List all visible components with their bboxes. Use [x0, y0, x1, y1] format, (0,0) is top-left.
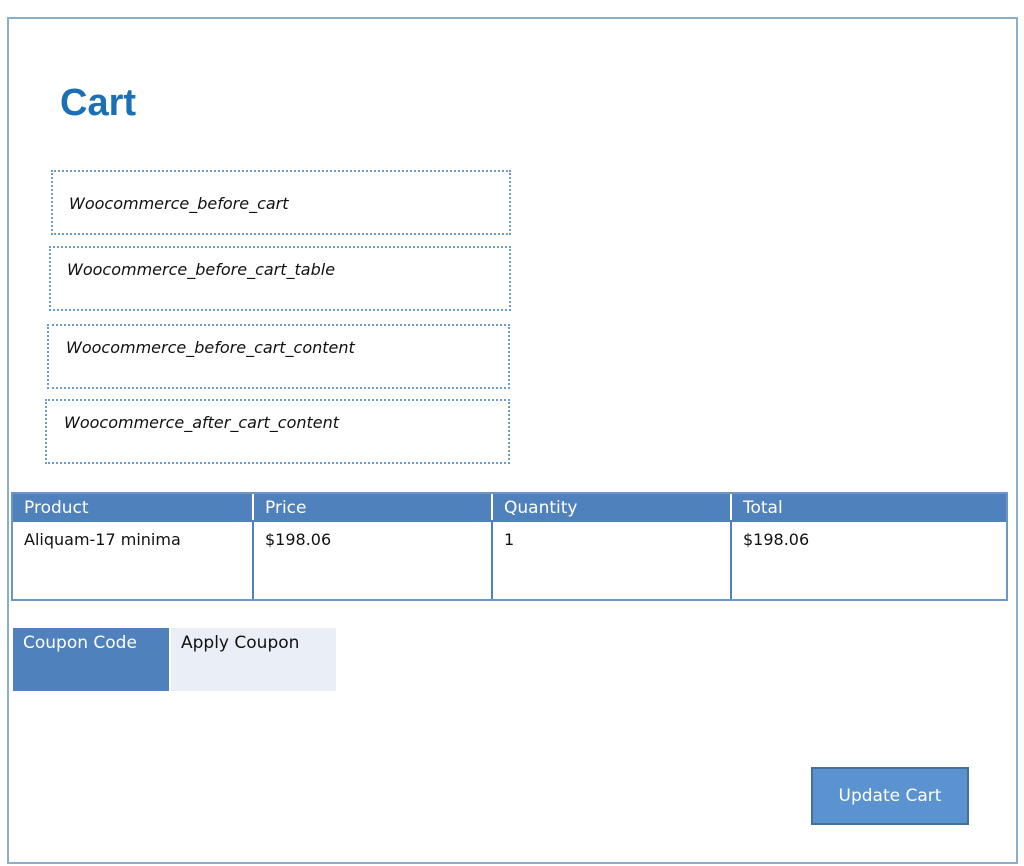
cell-product[interactable]: Aliquam-17 minima [13, 522, 252, 599]
apply-coupon-button[interactable]: Apply Coupon [171, 628, 336, 691]
coupon-code-label: Coupon Code [23, 633, 137, 653]
column-header-total: Total [730, 494, 1006, 520]
hook-label: Woocommerce_before_cart_table [67, 260, 336, 279]
cart-table-header: Product Price Quantity Total [13, 494, 1006, 520]
coupon-code-field[interactable]: Coupon Code [13, 628, 169, 691]
cell-price: $198.06 [252, 522, 491, 599]
table-row: Aliquam-17 minima $198.06 1 $198.06 [13, 520, 1006, 599]
hook-label: Woocommerce_before_cart_content [66, 338, 355, 357]
cell-quantity[interactable]: 1 [491, 522, 730, 599]
hook-label: Woocommerce_after_cart_content [64, 413, 340, 432]
hook-before-cart-table: Woocommerce_before_cart_table [49, 246, 511, 311]
hook-after-cart-content: Woocommerce_after_cart_content [45, 399, 510, 464]
cart-table: Product Price Quantity Total Aliquam-17 … [11, 492, 1008, 601]
column-header-price: Price [252, 494, 491, 520]
column-header-quantity: Quantity [491, 494, 730, 520]
page-title: Cart [60, 82, 137, 124]
hook-label: Woocommerce_before_cart [69, 194, 289, 213]
update-cart-button[interactable]: Update Cart [811, 767, 969, 825]
hook-before-cart-content: Woocommerce_before_cart_content [47, 324, 510, 389]
line-total: $198.06 [743, 530, 810, 549]
product-name[interactable]: Aliquam-17 minima [24, 530, 181, 549]
product-price: $198.06 [265, 530, 332, 549]
hook-before-cart: Woocommerce_before_cart [51, 170, 511, 235]
column-header-product: Product [24, 498, 89, 518]
quantity-value[interactable]: 1 [504, 530, 514, 549]
apply-coupon-label: Apply Coupon [181, 633, 300, 653]
cell-total: $198.06 [730, 522, 1006, 599]
